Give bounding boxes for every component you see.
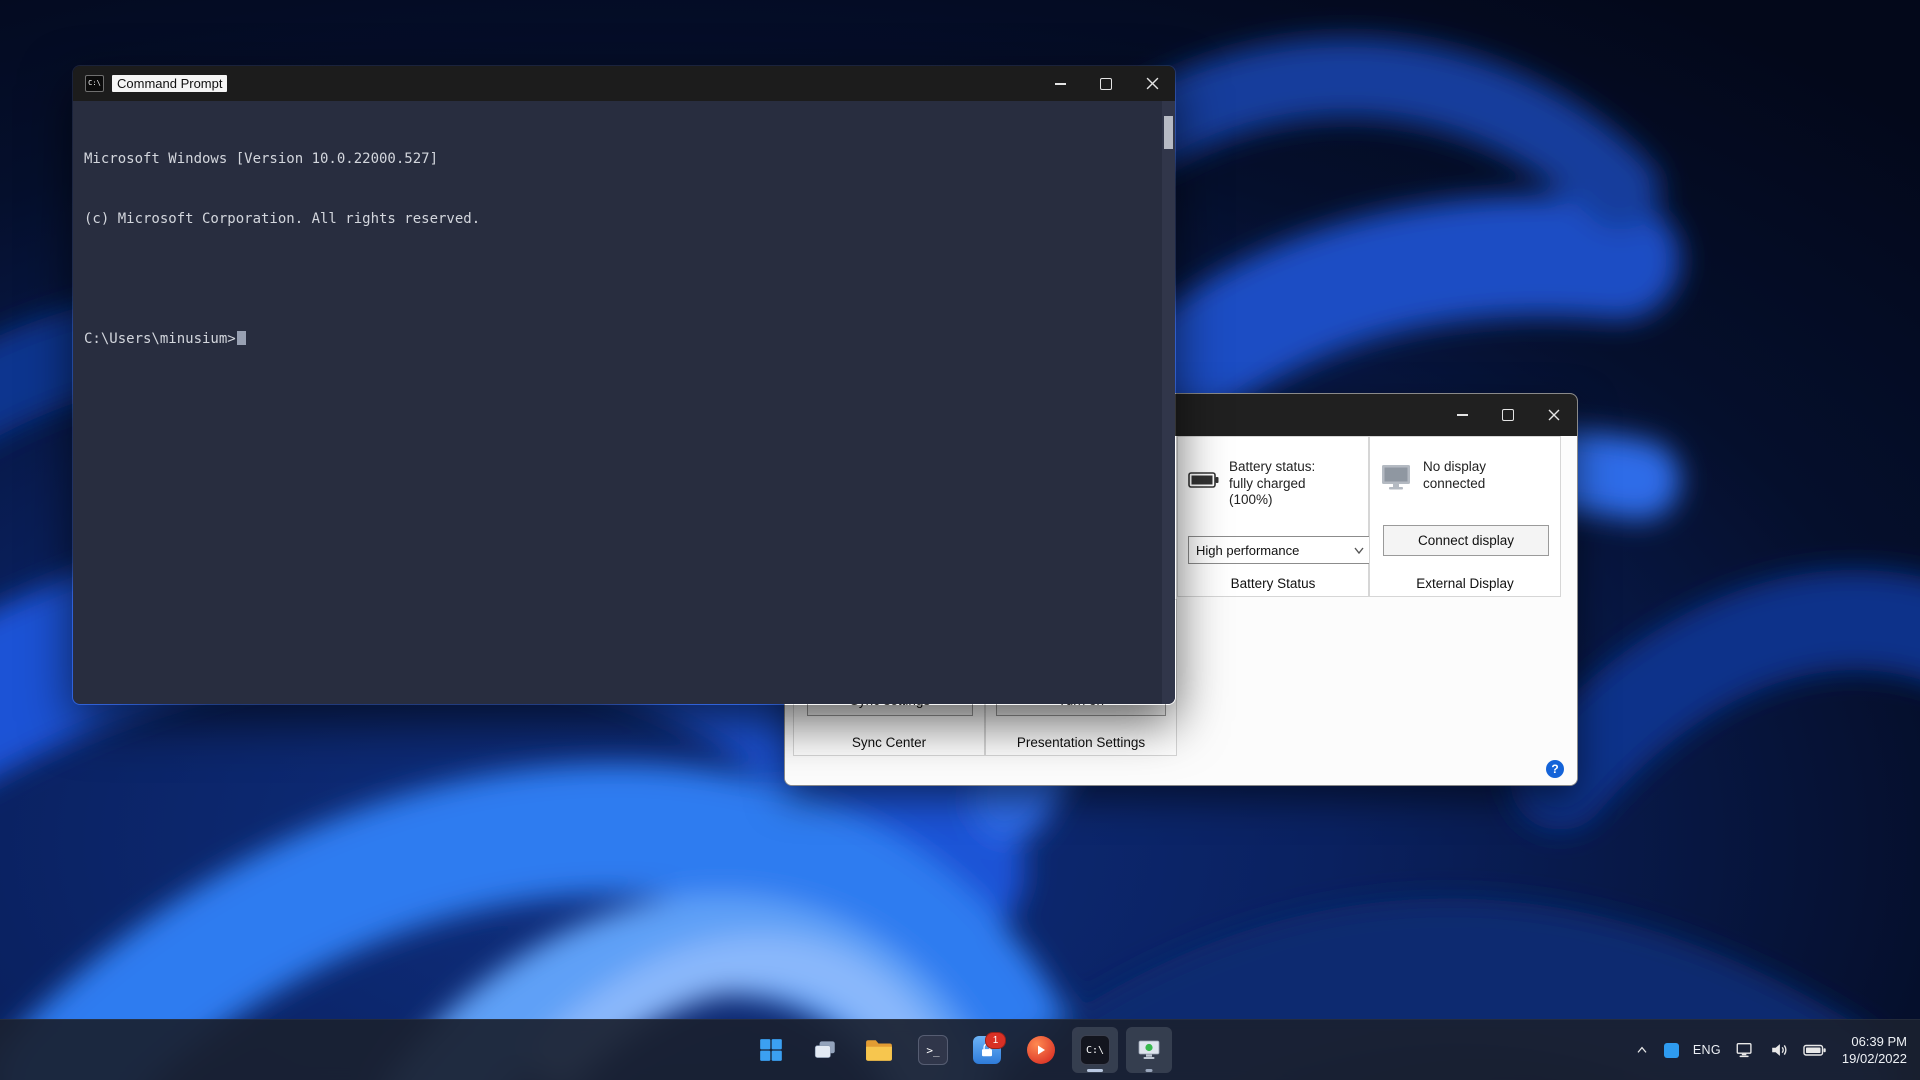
close-icon bbox=[1146, 77, 1158, 90]
chevron-up-icon bbox=[1637, 1046, 1647, 1053]
console-line: (c) Microsoft Corporation. All rights re… bbox=[84, 211, 481, 227]
system-tray: ENG 06:39 PM 19/02/2022 bbox=[1627, 1020, 1920, 1080]
task-view-icon bbox=[814, 1041, 835, 1058]
command-prompt-window: C:\ Command Prompt Microsoft Windows [Ve… bbox=[72, 65, 1176, 705]
help-button[interactable]: ? bbox=[1546, 760, 1564, 778]
clock-date: 19/02/2022 bbox=[1841, 1051, 1907, 1066]
console-prompt: C:\Users\minusium> bbox=[84, 331, 236, 347]
cmd-app-icon-glyph: C:\ bbox=[88, 79, 101, 87]
battery-status-block: Battery status: fully charged (100%) bbox=[1188, 459, 1315, 509]
maximize-icon bbox=[1100, 77, 1112, 90]
cmd-minimize-button[interactable] bbox=[1037, 66, 1083, 101]
cmd-window-title: Command Prompt bbox=[112, 75, 228, 92]
network-button[interactable] bbox=[1728, 1030, 1762, 1070]
display-status-block: No display connected bbox=[1380, 459, 1486, 492]
connect-display-button[interactable]: Connect display bbox=[1383, 525, 1549, 556]
display-tile-caption: External Display bbox=[1416, 576, 1514, 591]
cmd-console[interactable]: Microsoft Windows [Version 10.0.22000.52… bbox=[73, 101, 1175, 704]
console-prompt-line: C:\Users\minusium> bbox=[84, 329, 1155, 349]
sync-tile-caption: Sync Center bbox=[851, 735, 927, 750]
battery-icon bbox=[1188, 472, 1219, 488]
battery-tile-caption: Battery Status bbox=[1230, 576, 1316, 591]
running-indicator bbox=[1145, 1069, 1153, 1072]
network-icon bbox=[1736, 1042, 1752, 1058]
clock[interactable]: 06:39 PM 19/02/2022 bbox=[1842, 1033, 1907, 1067]
cmd-scrollbar[interactable] bbox=[1162, 101, 1175, 704]
tray-overflow-button[interactable] bbox=[1627, 1030, 1657, 1070]
presentation-tile-caption: Presentation Settings bbox=[1016, 735, 1146, 750]
task-view-button[interactable] bbox=[802, 1027, 848, 1073]
speaker-icon bbox=[1772, 1044, 1787, 1056]
windows-terminal-button[interactable]: >_ bbox=[910, 1027, 956, 1073]
command-prompt-icon-glyph: C:\ bbox=[1085, 1044, 1105, 1056]
media-player-icon bbox=[1027, 1036, 1055, 1064]
notification-badge-count: 1 bbox=[992, 1035, 999, 1046]
minimize-icon bbox=[1054, 82, 1066, 85]
display-status-line2: connected bbox=[1423, 475, 1486, 491]
battery-status-line2: fully charged bbox=[1229, 475, 1306, 491]
command-prompt-icon: C:\ bbox=[1080, 1035, 1110, 1065]
mobility-maximize-button[interactable] bbox=[1485, 394, 1531, 436]
language-indicator[interactable]: ENG bbox=[1686, 1030, 1728, 1070]
external-display-tile: No display connected Connect display Ext… bbox=[1369, 436, 1561, 597]
cmd-app-icon: C:\ bbox=[85, 75, 104, 92]
taskbar-center-icons: >_ 1 C:\ bbox=[748, 1020, 1172, 1080]
terminal-icon: >_ bbox=[918, 1035, 948, 1065]
cmd-close-button[interactable] bbox=[1129, 66, 1175, 101]
battery-button[interactable] bbox=[1796, 1030, 1834, 1070]
taskbar: >_ 1 C:\ ENG 06:39 PM 19/02/2022 bbox=[0, 1019, 1920, 1080]
chevron-down-icon bbox=[1354, 547, 1364, 554]
language-label: ENG bbox=[1692, 1043, 1721, 1057]
notification-badge: 1 bbox=[985, 1032, 1006, 1049]
cmd-scrollbar-thumb[interactable] bbox=[1164, 116, 1173, 149]
power-plan-value: High performance bbox=[1196, 542, 1300, 558]
folder-icon bbox=[866, 1040, 892, 1061]
maximize-icon bbox=[1502, 409, 1514, 421]
cmd-maximize-button[interactable] bbox=[1083, 66, 1129, 101]
mobility-close-button[interactable] bbox=[1531, 394, 1577, 436]
close-icon bbox=[1548, 409, 1560, 421]
battery-status-text: Battery status: fully charged (100%) bbox=[1229, 459, 1315, 509]
console-line: Microsoft Windows [Version 10.0.22000.52… bbox=[84, 151, 439, 167]
volume-button[interactable] bbox=[1762, 1030, 1796, 1070]
mobility-center-icon bbox=[1138, 1040, 1160, 1059]
help-icon: ? bbox=[1551, 762, 1559, 776]
file-explorer-button[interactable] bbox=[856, 1027, 902, 1073]
monitor-icon bbox=[1382, 465, 1410, 490]
start-button[interactable] bbox=[748, 1027, 794, 1073]
media-player-button[interactable] bbox=[1018, 1027, 1064, 1073]
display-status-line1: No display bbox=[1423, 459, 1487, 474]
store-button[interactable]: 1 bbox=[964, 1027, 1010, 1073]
play-icon bbox=[1038, 1045, 1045, 1055]
mobility-center-taskbar-button[interactable] bbox=[1126, 1027, 1172, 1073]
clock-time: 06:39 PM bbox=[1851, 1034, 1907, 1049]
terminal-icon-glyph: >_ bbox=[926, 1043, 940, 1057]
display-status-text: No display connected bbox=[1423, 459, 1486, 492]
connect-display-label: Connect display bbox=[1417, 533, 1515, 548]
tray-app-icon bbox=[1663, 1042, 1679, 1058]
power-plan-select[interactable]: High performance bbox=[1188, 536, 1372, 564]
text-cursor bbox=[236, 331, 246, 345]
cmd-title-bar[interactable]: C:\ Command Prompt bbox=[73, 66, 1175, 101]
cmd-window-controls bbox=[1037, 66, 1175, 101]
tray-app-button[interactable] bbox=[1657, 1030, 1686, 1070]
battery-status-line1: Battery status: bbox=[1229, 459, 1316, 474]
running-indicator bbox=[1087, 1069, 1103, 1072]
minimize-icon bbox=[1456, 414, 1468, 416]
battery-status-line3: (100%) bbox=[1229, 492, 1273, 507]
mobility-minimize-button[interactable] bbox=[1439, 394, 1485, 436]
store-icon: 1 bbox=[973, 1032, 1006, 1064]
battery-icon bbox=[1803, 1044, 1826, 1056]
command-prompt-taskbar-button[interactable]: C:\ bbox=[1072, 1027, 1118, 1073]
windows-start-icon bbox=[760, 1039, 782, 1061]
battery-status-tile: Battery status: fully charged (100%) Hig… bbox=[1177, 436, 1372, 597]
